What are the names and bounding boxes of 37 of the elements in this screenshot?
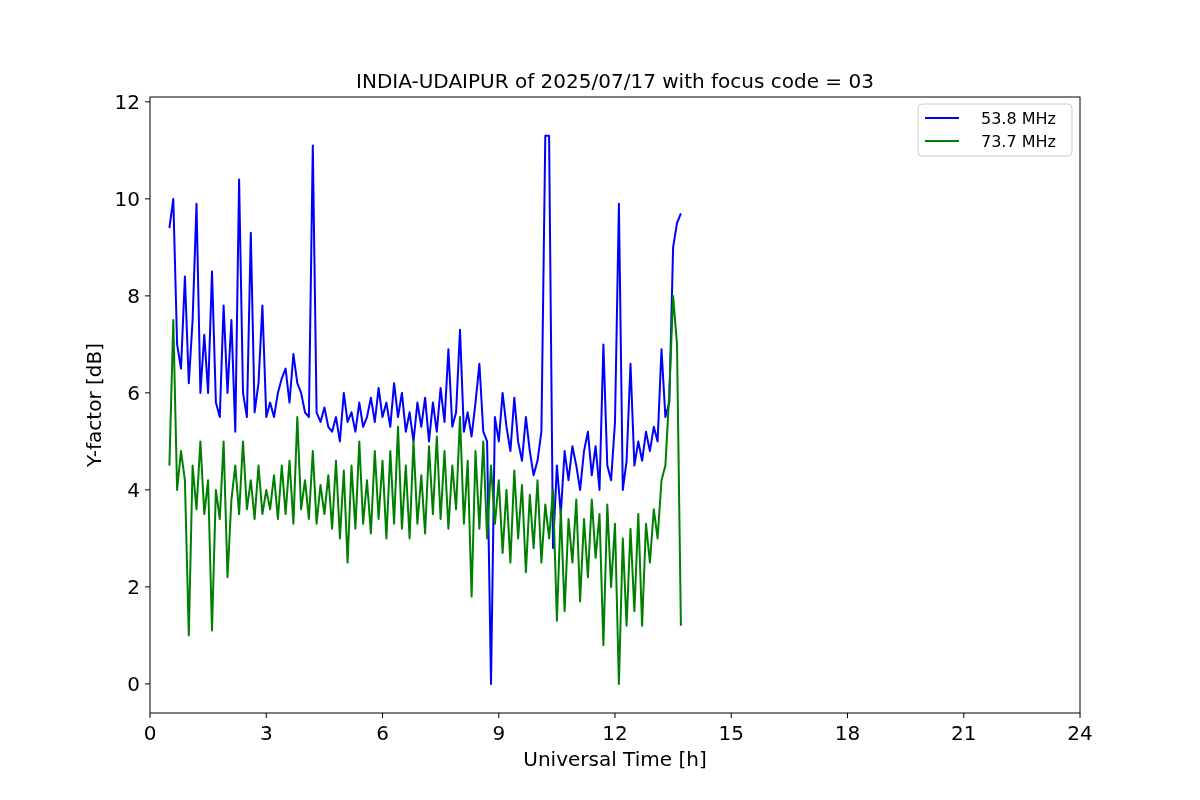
x-axis-label: Universal Time [h] [523,747,707,771]
x-tick-label: 3 [259,721,273,745]
tick-mark [144,295,151,297]
tick-mark [498,712,500,719]
y-tick-label: 6 [127,380,140,405]
tick-mark [144,683,151,685]
chart-title: INDIA-UDAIPUR of 2025/07/17 with focus code = 03 [356,69,874,93]
tick-mark [149,712,151,719]
y-tick-label: 12 [114,89,140,114]
tick-mark [144,392,151,394]
x-tick-label: 9 [492,721,506,745]
legend-label: 73.7 MHz [981,132,1056,151]
y-tick-label: 0 [127,671,140,696]
y-tick-label: 10 [114,186,140,211]
x-tick-label: 6 [376,721,389,745]
tick-mark [144,198,151,200]
x-tick-label: 12 [602,721,628,745]
tick-mark [144,489,151,491]
x-tick-label: 0 [143,721,157,745]
tick-mark [730,712,732,719]
tick-mark [265,712,267,719]
tick-mark [614,712,616,719]
y-tick-label: 4 [127,477,140,502]
tick-mark [1079,712,1081,719]
y-tick-label: 2 [127,574,140,599]
tick-mark [144,101,151,103]
legend-label: 53.8 MHz [981,109,1056,128]
x-tick-label: 24 [1067,721,1093,745]
tick-mark [847,712,848,719]
tick-mark [144,586,151,588]
x-tick-label: 15 [718,721,744,745]
x-tick-label: 18 [834,721,861,745]
tick-mark [382,712,383,719]
x-tick-label: 21 [951,721,977,745]
y-tick-label: 8 [127,283,140,308]
y-axis-label: Y-factor [dB] [82,343,106,467]
tick-mark [963,712,965,719]
